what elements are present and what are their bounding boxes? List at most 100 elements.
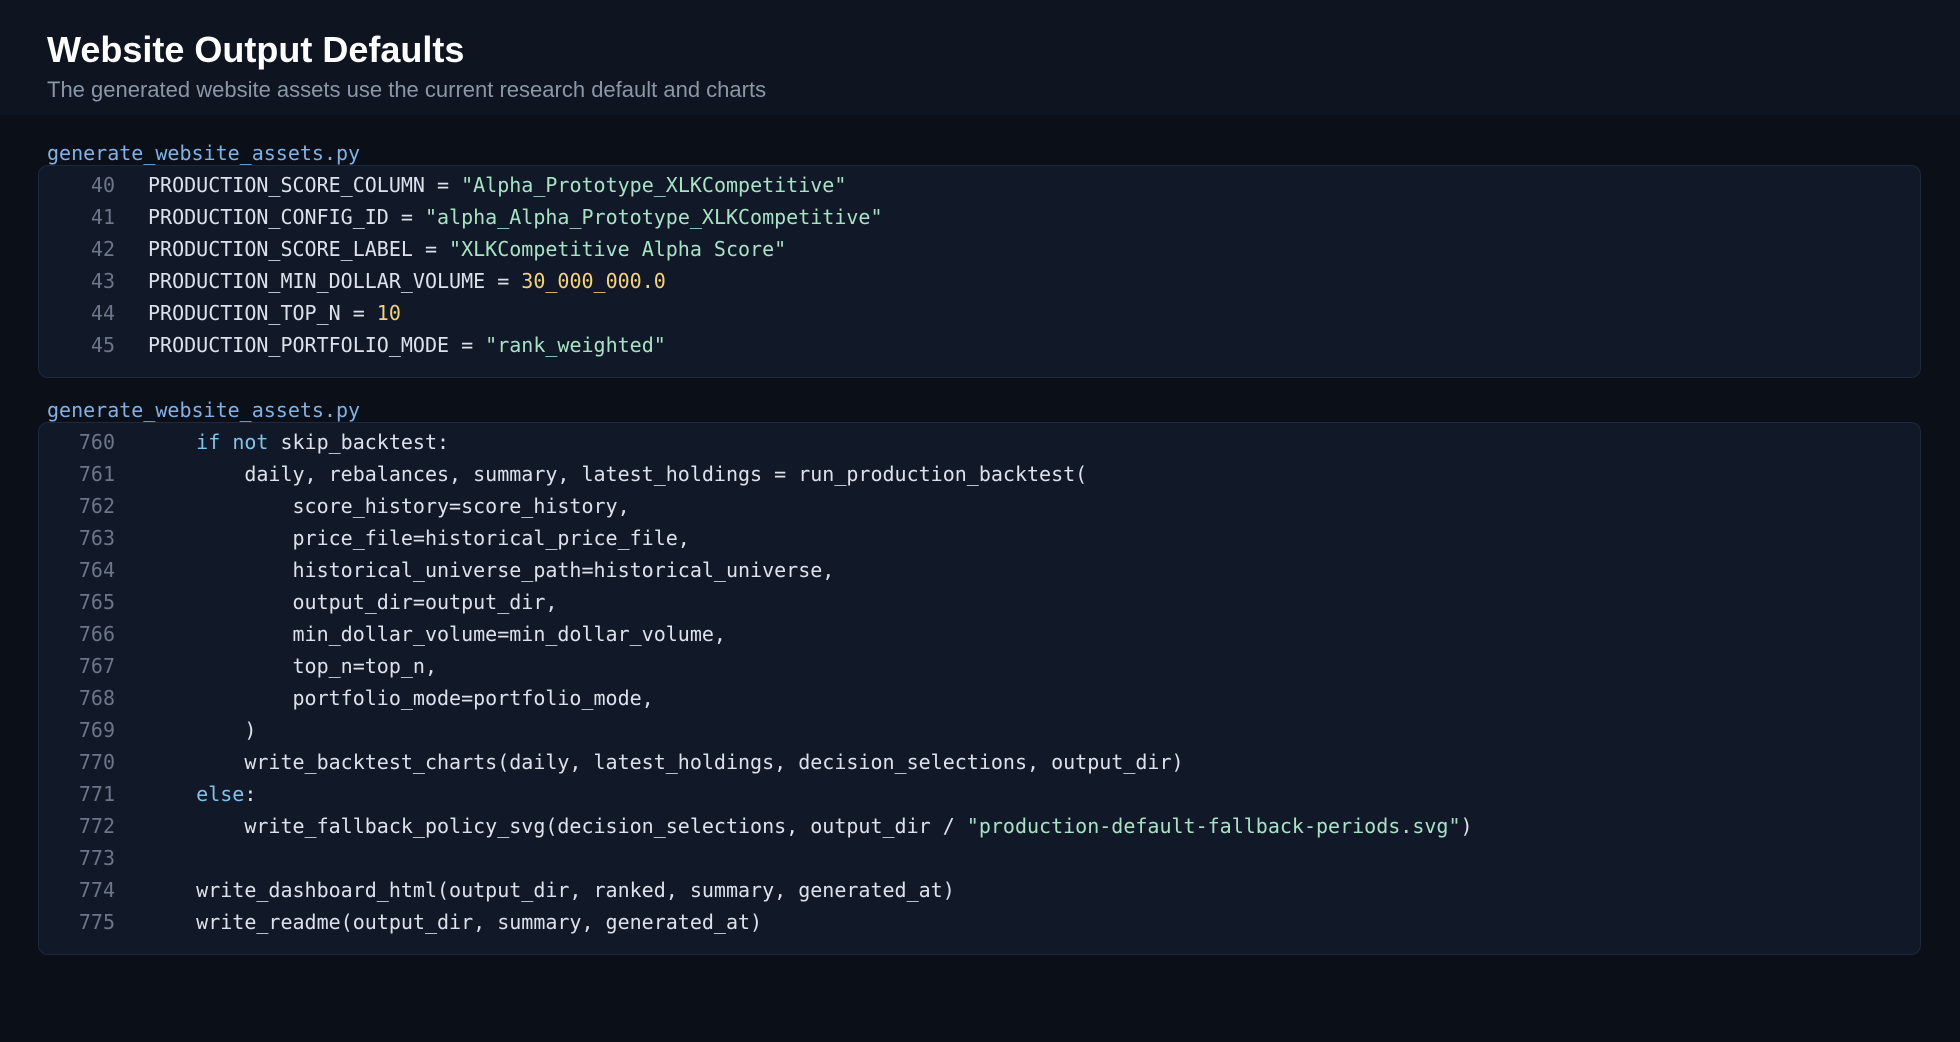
line-number: 772: [78, 814, 115, 838]
code-line: 768 portfolio_mode=portfolio_mode,: [39, 682, 1920, 714]
code-line: 766 min_dollar_volume=min_dollar_volume,: [39, 618, 1920, 650]
code-line: 761 daily, rebalances, summary, latest_h…: [39, 458, 1920, 490]
code-token: PRODUCTION_MIN_DOLLAR_VOLUME =: [148, 269, 522, 293]
line-number: 44: [90, 301, 115, 325]
code-token: portfolio_mode=portfolio_mode,: [148, 686, 654, 710]
string-token: "production-default-fallback-periods.svg…: [966, 814, 1461, 838]
snippet-2-file-label[interactable]: generate_website_assets.py: [47, 398, 360, 422]
code-text: price_file=historical_price_file,: [148, 522, 690, 554]
code-token: price_file=historical_price_file,: [148, 526, 690, 550]
line-number: 773: [78, 846, 115, 870]
line-number: 42: [90, 237, 115, 261]
line-number: 766: [78, 622, 115, 646]
line-number: 768: [78, 686, 115, 710]
line-number: 763: [78, 526, 115, 550]
code-line: 764 historical_universe_path=historical_…: [39, 554, 1920, 586]
code-token: PRODUCTION_TOP_N =: [148, 301, 377, 325]
code-token: score_history=score_history,: [148, 494, 630, 518]
line-number: 770: [78, 750, 115, 774]
code-token: write_fallback_policy_svg(decision_selec…: [148, 814, 967, 838]
code-line: 772 write_fallback_policy_svg(decision_s…: [39, 810, 1920, 842]
string-token: "alpha_Alpha_Prototype_XLKCompetitive": [424, 205, 883, 229]
code-line: 763 price_file=historical_price_file,: [39, 522, 1920, 554]
code-text: PRODUCTION_SCORE_LABEL = "XLKCompetitive…: [148, 233, 786, 265]
code-token: output_dir=output_dir,: [148, 590, 558, 614]
code-line: 45 PRODUCTION_PORTFOLIO_MODE = "rank_weig…: [39, 329, 1920, 361]
code-token: write_dashboard_html(output_dir, ranked,…: [148, 878, 955, 902]
code-line: 765 output_dir=output_dir,: [39, 586, 1920, 618]
code-token: PRODUCTION_SCORE_LABEL =: [148, 237, 450, 261]
code-token: skip_backtest:: [268, 430, 450, 454]
code-line: 774 write_dashboard_html(output_dir, ran…: [39, 874, 1920, 906]
code-token: write_backtest_charts(daily, latest_hold…: [148, 750, 1184, 774]
line-number: 760: [78, 430, 115, 454]
code-text: ): [148, 714, 256, 746]
code-panel-2: 760 if not skip_backtest: 761 daily, reba…: [38, 422, 1921, 955]
code-token: write_readme(output_dir, summary, genera…: [148, 910, 763, 934]
code-line: 760 if not skip_backtest:: [39, 426, 1920, 458]
string-token: "XLKCompetitive Alpha Score": [449, 237, 787, 261]
code-token: min_dollar_volume=min_dollar_volume,: [148, 622, 726, 646]
code-token: ): [1460, 814, 1473, 838]
code-line: 771 else:: [39, 778, 1920, 810]
code-line: 773: [39, 842, 1920, 874]
code-panel-1: 40 PRODUCTION_SCORE_COLUMN = "Alpha_Proto…: [38, 165, 1921, 378]
page-title: Website Output Defaults: [47, 29, 465, 70]
code-text: PRODUCTION_PORTFOLIO_MODE = "rank_weight…: [148, 329, 666, 361]
code-text: PRODUCTION_TOP_N = 10: [148, 297, 401, 329]
keyword-token: if: [196, 430, 221, 454]
code-line: 762 score_history=score_history,: [39, 490, 1920, 522]
code-line: 769 ): [39, 714, 1920, 746]
code-token: PRODUCTION_CONFIG_ID =: [148, 205, 425, 229]
code-text: if not skip_backtest:: [148, 426, 449, 458]
code-token: top_n=top_n,: [148, 654, 437, 678]
line-number: 767: [78, 654, 115, 678]
code-text: output_dir=output_dir,: [148, 586, 557, 618]
code-text: write_backtest_charts(daily, latest_hold…: [148, 746, 1184, 778]
code-token: :: [244, 782, 257, 806]
code-text: historical_universe_path=historical_univ…: [148, 554, 834, 586]
code-text: score_history=score_history,: [148, 490, 630, 522]
number-token: 10: [376, 301, 401, 325]
code-line: 41 PRODUCTION_CONFIG_ID = "alpha_Alpha_Pr…: [39, 201, 1920, 233]
code-line: 44 PRODUCTION_TOP_N = 10: [39, 297, 1920, 329]
code-line: 42 PRODUCTION_SCORE_LABEL = "XLKCompetiti…: [39, 233, 1920, 265]
code-line: 40 PRODUCTION_SCORE_COLUMN = "Alpha_Proto…: [39, 169, 1920, 201]
code-text: portfolio_mode=portfolio_mode,: [148, 682, 654, 714]
code-text: write_fallback_policy_svg(decision_selec…: [148, 810, 1473, 842]
code-token: PRODUCTION_PORTFOLIO_MODE =: [148, 333, 486, 357]
code-text: PRODUCTION_CONFIG_ID = "alpha_Alpha_Prot…: [148, 201, 883, 233]
string-token: "rank_weighted": [485, 333, 666, 357]
code-token: historical_universe_path=historical_univ…: [148, 558, 835, 582]
code-text: write_readme(output_dir, summary, genera…: [148, 906, 762, 938]
code-line: 775 write_readme(output_dir, summary, ge…: [39, 906, 1920, 938]
code-token: daily, rebalances, summary, latest_holdi…: [148, 462, 1088, 486]
code-text: else:: [148, 778, 256, 810]
code-line: 767 top_n=top_n,: [39, 650, 1920, 682]
string-token: "Alpha_Prototype_XLKCompetitive": [461, 173, 847, 197]
code-text: top_n=top_n,: [148, 650, 437, 682]
line-number: 40: [90, 173, 115, 197]
keyword-token: not: [232, 430, 269, 454]
page-subtitle: The generated website assets use the cur…: [47, 77, 767, 102]
line-number: 765: [78, 590, 115, 614]
code-token: ): [148, 718, 257, 742]
number-token: 30_000_000.0: [521, 269, 666, 293]
line-number: 774: [78, 878, 115, 902]
line-number: 769: [78, 718, 115, 742]
line-number: 45: [90, 333, 115, 357]
line-number: 775: [78, 910, 115, 934]
line-number: 761: [78, 462, 115, 486]
page-header: Website Output Defaults The generated we…: [0, 0, 1960, 115]
code-text: write_dashboard_html(output_dir, ranked,…: [148, 874, 955, 906]
code-token: PRODUCTION_SCORE_COLUMN =: [148, 173, 462, 197]
code-line: 770 write_backtest_charts(daily, latest_…: [39, 746, 1920, 778]
line-number: 771: [78, 782, 115, 806]
line-number: 762: [78, 494, 115, 518]
code-text: PRODUCTION_SCORE_COLUMN = "Alpha_Prototy…: [148, 169, 846, 201]
snippet-1-file-label[interactable]: generate_website_assets.py: [47, 141, 360, 165]
code-text: PRODUCTION_MIN_DOLLAR_VOLUME = 30_000_00…: [148, 265, 666, 297]
